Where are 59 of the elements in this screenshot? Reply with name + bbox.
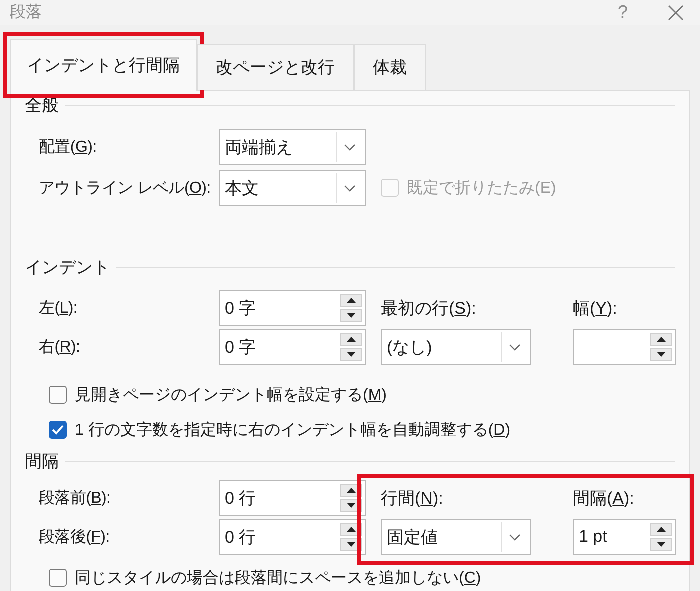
- chevron-down-icon: [509, 344, 521, 350]
- checkbox[interactable]: [49, 421, 67, 439]
- section-title: インデント: [25, 256, 110, 278]
- spin-up-button[interactable]: [650, 333, 672, 346]
- section-title: 間隔: [25, 450, 59, 472]
- field-label: 間隔(A):: [573, 488, 636, 510]
- spin-field[interactable]: 1 pt: [573, 519, 676, 555]
- up-arrow-icon: [346, 527, 356, 532]
- spin-down-button[interactable]: [340, 309, 362, 322]
- up-arrow-icon: [656, 337, 666, 342]
- check-icon: [52, 425, 64, 435]
- spin-field[interactable]: 0 行: [219, 519, 366, 555]
- field-label: 最初の行(S):: [381, 298, 478, 320]
- down-arrow-icon: [346, 313, 356, 318]
- spin-field[interactable]: 0 字: [219, 290, 366, 326]
- down-arrow-icon: [346, 542, 356, 547]
- spin-down-button[interactable]: [650, 538, 672, 551]
- down-arrow-icon: [346, 503, 356, 508]
- down-arrow-icon: [656, 352, 666, 357]
- window-title: 段落: [10, 2, 43, 23]
- spin-field[interactable]: 0 行: [219, 480, 366, 516]
- dropdown[interactable]: 両端揃え: [219, 129, 366, 165]
- spin-field[interactable]: [573, 329, 676, 365]
- up-arrow-icon: [346, 488, 356, 493]
- spin-up-button[interactable]: [340, 294, 362, 307]
- tab[interactable]: 改ページと改行: [197, 44, 354, 90]
- field-label: 段落前(B):: [39, 488, 112, 508]
- up-arrow-icon: [346, 298, 356, 303]
- checkbox-label: 見開きページのインデント幅を設定する(M): [75, 386, 387, 406]
- field-label: 行間(N):: [381, 488, 444, 510]
- tab[interactable]: 体裁: [354, 44, 426, 90]
- up-arrow-icon: [346, 337, 356, 342]
- spin-up-button[interactable]: [340, 333, 362, 346]
- dropdown[interactable]: (なし): [381, 329, 531, 365]
- spin-down-button[interactable]: [650, 348, 672, 361]
- checkbox[interactable]: [49, 386, 67, 404]
- down-arrow-icon: [346, 352, 356, 357]
- chevron-down-icon: [344, 144, 356, 150]
- checkbox-label: 既定で折りたたみ(E): [407, 178, 556, 198]
- field-label: 配置(G):: [39, 138, 98, 158]
- checkbox[interactable]: [49, 569, 67, 587]
- checkbox-label: 1 行の文字数を指定時に右のインデント幅を自動調整する(D): [75, 420, 511, 440]
- dropdown[interactable]: 本文: [219, 170, 366, 206]
- close-icon[interactable]: [668, 4, 684, 20]
- spin-up-button[interactable]: [650, 523, 672, 536]
- dropdown[interactable]: 固定値: [381, 519, 531, 555]
- chevron-down-icon: [344, 184, 356, 192]
- up-arrow-icon: [656, 527, 666, 532]
- checkbox-label: 同じスタイルの場合は段落間にスペースを追加しない(C): [75, 568, 482, 588]
- down-arrow-icon: [656, 542, 666, 547]
- field-label: 段落後(F):: [39, 528, 111, 548]
- spin-down-button[interactable]: [340, 348, 362, 361]
- field-label: 左(L):: [39, 298, 79, 318]
- field-label: アウトライン レベル(O):: [39, 178, 212, 198]
- field-label: 右(R):: [39, 338, 82, 358]
- spin-field[interactable]: 0 字: [219, 329, 366, 365]
- section-title: 全般: [25, 94, 59, 116]
- field-label: 幅(Y):: [573, 298, 618, 320]
- chevron-down-icon: [509, 534, 521, 540]
